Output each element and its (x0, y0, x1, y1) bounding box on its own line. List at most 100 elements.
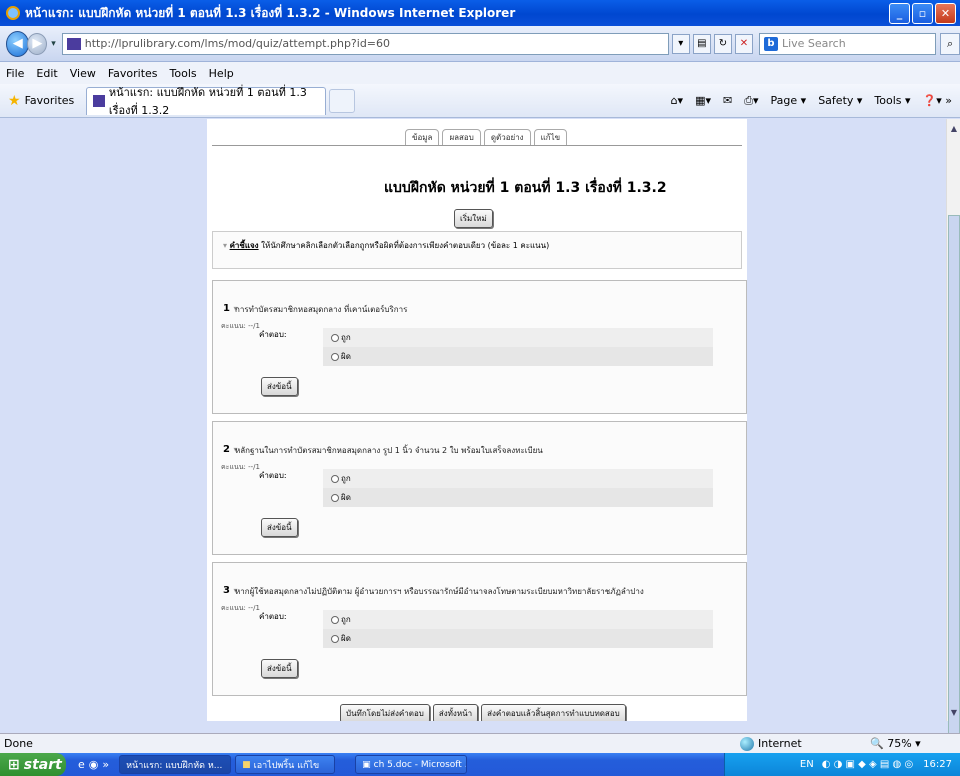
start-button[interactable]: ⊞ start (0, 753, 66, 776)
tray-icons[interactable]: ◐ ◑ ▣ ◆ ◈ ▤ ◍ ◎ (822, 759, 913, 770)
tab-results[interactable]: ผลสอบ (442, 129, 481, 146)
ie-icon (6, 6, 20, 20)
menu-favorites[interactable]: Favorites (108, 67, 158, 80)
quicklaunch-icon[interactable]: ◉ (89, 758, 99, 771)
ie-quicklaunch-icon[interactable]: e (78, 758, 85, 771)
language-indicator[interactable]: EN (800, 759, 814, 770)
back-button[interactable]: ◀ (6, 30, 30, 57)
option-false[interactable]: ผิด (323, 629, 713, 648)
home-icon[interactable]: ⌂▾ (671, 94, 684, 107)
submit-question-button[interactable]: ส่งข้อนี้ (261, 659, 298, 678)
tab-info[interactable]: ข้อมูล (405, 129, 440, 146)
answer-label: คำตอบ: (259, 330, 287, 339)
refresh-icon[interactable]: ↻ (713, 33, 732, 54)
quiz-tabs: ข้อมูล ผลสอบ ดูตัวอย่าง แก้ไข (405, 129, 568, 146)
radio-icon[interactable] (331, 493, 339, 502)
close-button[interactable]: ✕ (935, 3, 956, 24)
url-input[interactable]: http://lprulibrary.com/lms/mod/quiz/atte… (61, 32, 669, 55)
forward-button[interactable]: ▶ (27, 32, 48, 55)
option-true[interactable]: ถูก (323, 328, 713, 347)
option-true[interactable]: ถูก (323, 469, 713, 488)
zoom-level: 75% (887, 737, 912, 750)
option-false[interactable]: ผิด (323, 488, 713, 507)
favorites-button[interactable]: ★ Favorites (8, 93, 74, 109)
radio-icon[interactable] (331, 634, 339, 643)
restart-button[interactable]: เริ่มใหม่ (454, 209, 493, 228)
taskbar-item-ie[interactable]: หน้าแรก: แบบฝึกหัด ห... (119, 755, 232, 774)
radio-icon[interactable] (331, 474, 339, 483)
search-placeholder: Live Search (781, 37, 846, 50)
browser-tab[interactable]: หน้าแรก: แบบฝึกหัด หน่วยที่ 1 ตอนที่ 1.3… (86, 86, 327, 117)
taskbar-item-word[interactable]: ▣ ch 5.doc - Microsoft ... (355, 755, 468, 774)
tab-title: หน้าแรก: แบบฝึกหัด หน่วยที่ 1 ตอนที่ 1.3… (108, 86, 307, 117)
zone-label: Internet (758, 737, 802, 750)
maximize-button[interactable]: ▫ (912, 3, 933, 24)
submit-question-button[interactable]: ส่งข้อนี้ (261, 518, 298, 537)
task-label: เอาไปพริ้น แก้ไข (253, 760, 320, 771)
scroll-thumb[interactable] (948, 215, 960, 755)
instruction-text: ให้นักศึกษาคลิกเลือกตัวเลือกถูกหรือผิดที… (258, 241, 550, 250)
answer-label: คำตอบ: (259, 612, 287, 621)
globe-icon (740, 736, 754, 751)
quiz-page: ข้อมูล ผลสอบ ดูตัวอย่าง แก้ไข แบบฝึกหัด … (207, 119, 747, 721)
safety-menu[interactable]: Safety ▾ (818, 94, 862, 107)
answer-label: คำตอบ: (259, 471, 287, 480)
menu-view[interactable]: View (70, 67, 96, 80)
stop-icon[interactable]: ✕ (734, 33, 753, 54)
print-icon[interactable]: ⎙▾ (744, 94, 758, 108)
compat-icon[interactable]: ▾ (671, 33, 690, 54)
tab-edit[interactable]: แก้ไข (533, 129, 568, 146)
feeds-icon[interactable]: ▦▾ (695, 94, 711, 107)
radio-icon[interactable] (331, 333, 339, 342)
quicklaunch-more-icon[interactable]: » (102, 758, 109, 771)
live-search-icon: b (763, 36, 778, 51)
tools-menu[interactable]: Tools ▾ (874, 94, 910, 107)
history-dropdown-icon[interactable]: ▾ (51, 39, 56, 49)
scroll-down-icon[interactable]: ▼ (948, 705, 960, 719)
instruction-label: คำชี้แจง (229, 241, 259, 250)
option-false[interactable]: ผิด (323, 347, 713, 366)
help-icon[interactable]: ❓▾ » (923, 94, 952, 107)
save-without-submit-button[interactable]: บันทึกโดยไม่ส่งคำตอบ (340, 704, 430, 721)
new-tab-button[interactable] (329, 88, 356, 113)
menu-file[interactable]: File (6, 67, 24, 80)
option-label: ถูก (341, 615, 351, 624)
favorites-label: Favorites (24, 94, 75, 107)
rss-icon[interactable]: ▤ (692, 33, 711, 54)
submit-question-button[interactable]: ส่งข้อนี้ (261, 377, 298, 396)
page-title: แบบฝึกหัด หน่วยที่ 1 ตอนที่ 1.3 เรื่องที… (384, 180, 667, 196)
option-label: ผิด (341, 634, 351, 643)
tab-favicon-icon (93, 95, 105, 107)
vertical-scrollbar[interactable]: ▲ ▼ (946, 119, 960, 755)
search-icon[interactable]: ⌕ (940, 32, 960, 55)
window-title: หน้าแรก: แบบฝึกหัด หน่วยที่ 1 ตอนที่ 1.3… (25, 5, 516, 20)
menu-help[interactable]: Help (209, 67, 234, 80)
windows-logo-icon: ⊞ (8, 756, 20, 773)
score: คะแนน: --/1 (221, 604, 260, 612)
mail-icon[interactable]: ✉ (723, 94, 732, 107)
tab-preview[interactable]: ดูตัวอย่าง (483, 129, 531, 146)
menu-tools[interactable]: Tools (170, 67, 197, 80)
submit-all-finish-button[interactable]: ส่งคำตอบแล้วสิ้นสุดการทำแบบทดสอบ (481, 704, 626, 721)
status-bar: Done Internet 🔍 75% ▾ (0, 733, 960, 753)
option-label: ถูก (341, 333, 351, 342)
task-label: หน้าแรก: แบบฝึกหัด ห... (126, 760, 223, 771)
radio-icon[interactable] (331, 352, 339, 361)
submit-page-button[interactable]: ส่งทั้งหน้า (432, 704, 479, 721)
menu-edit[interactable]: Edit (36, 67, 57, 80)
page-menu[interactable]: Page ▾ (771, 94, 807, 107)
title-bar: หน้าแรก: แบบฝึกหัด หน่วยที่ 1 ตอนที่ 1.3… (0, 0, 960, 26)
question-text: หลักฐานในการทำบัตรสมาชิกหอสมุดกลาง รูป 1… (235, 446, 543, 455)
radio-icon[interactable] (331, 615, 339, 624)
zoom-control[interactable]: 🔍 75% ▾ (870, 737, 921, 750)
instruction-box: ▾ คำชี้แจง ให้นักศึกษาคลิกเลือกตัวเลือกถ… (212, 231, 742, 269)
search-input[interactable]: b Live Search (758, 32, 937, 55)
option-true[interactable]: ถูก (323, 610, 713, 629)
taskbar-item-folder[interactable]: ■ เอาไปพริ้น แก้ไข (235, 755, 336, 774)
qnum-3: 3 (223, 585, 230, 596)
question-text-1: การทำบัตรสมาชิกหอสมุดกลาง ที่เคาน์เตอร์บ… (235, 305, 408, 314)
minimize-button[interactable]: _ (889, 3, 910, 24)
security-zone: Internet (740, 736, 802, 751)
web-content: ข้อมูล ผลสอบ ดูตัวอย่าง แก้ไข แบบฝึกหัด … (0, 119, 946, 721)
scroll-up-icon[interactable]: ▲ (948, 121, 960, 135)
